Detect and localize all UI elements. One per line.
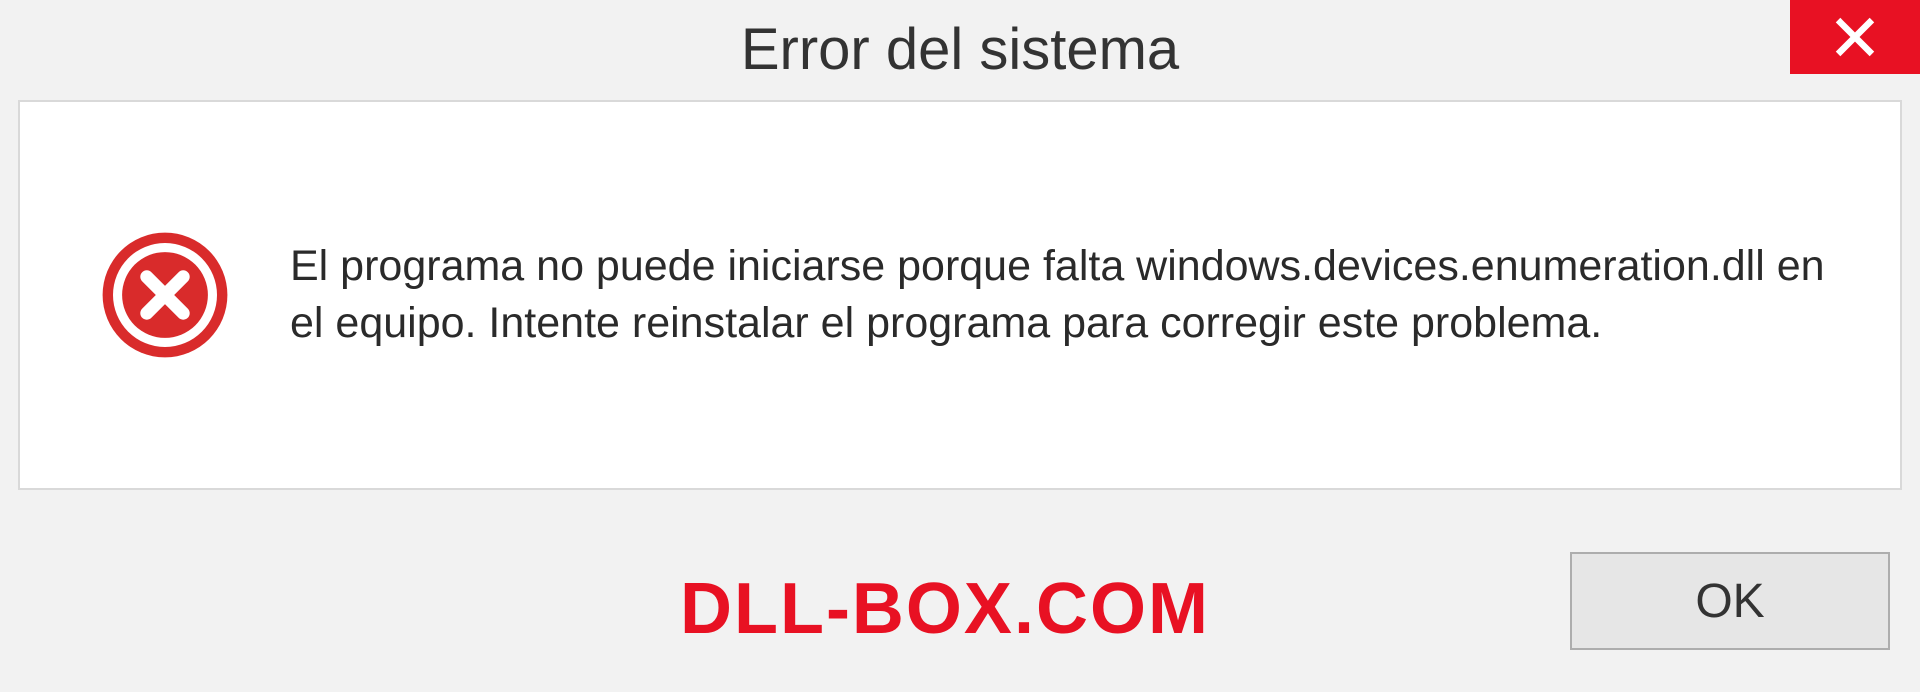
close-button[interactable]: [1790, 0, 1920, 74]
footer: DLL-BOX.COM OK: [0, 490, 1920, 690]
ok-button-label: OK: [1695, 574, 1764, 629]
error-icon: [100, 230, 230, 360]
watermark-text: DLL-BOX.COM: [680, 568, 1210, 650]
error-message: El programa no puede iniciarse porque fa…: [290, 238, 1860, 352]
ok-button[interactable]: OK: [1570, 552, 1890, 650]
content-panel: El programa no puede iniciarse porque fa…: [18, 100, 1902, 490]
close-icon: [1833, 15, 1877, 59]
dialog-title: Error del sistema: [741, 16, 1179, 83]
titlebar: Error del sistema: [0, 0, 1920, 98]
